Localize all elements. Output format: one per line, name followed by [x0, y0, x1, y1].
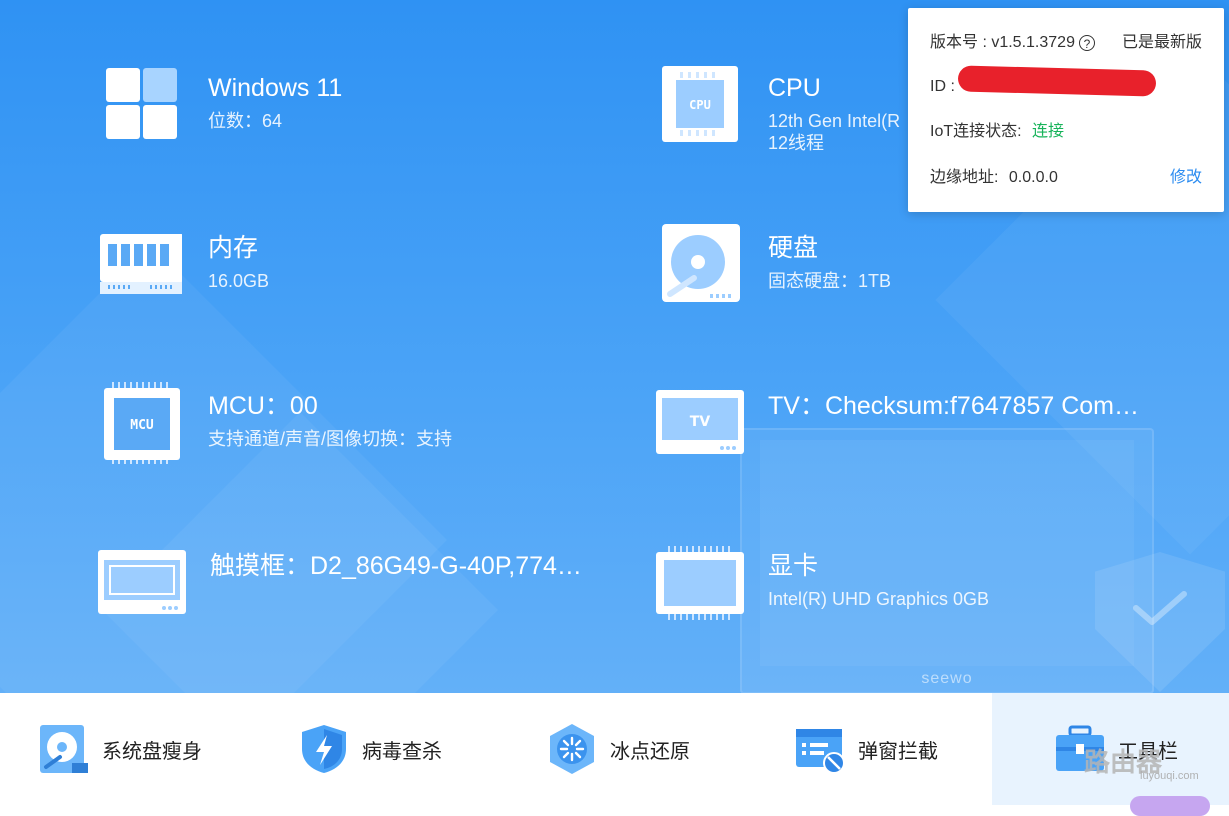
tool-system-disk-clean[interactable]: 系统盘瘦身 — [38, 693, 202, 805]
edge-address-value: 0.0.0.0 — [1008, 169, 1058, 186]
touch-frame-icon — [98, 550, 186, 614]
os-bits: 位数：64 — [208, 111, 283, 131]
windows-logo-icon — [106, 68, 177, 139]
background-brand-text: seewo — [921, 670, 973, 687]
memory-title: 内存 — [208, 234, 259, 262]
redaction-mark — [957, 65, 1157, 97]
edge-address-label: 边缘地址: — [930, 169, 999, 186]
touch-frame-title: 触摸框：D2_86G49-G-40P,774… — [210, 552, 582, 580]
cpu-threads: 12线程 — [768, 133, 825, 153]
os-title: Windows 11 — [208, 74, 343, 102]
tv-screen-label: TV — [690, 414, 711, 430]
iot-status-row: IoT连接状态: 连接 — [930, 120, 1202, 144]
popup-block-icon — [796, 729, 845, 774]
tool-label: 冰点还原 — [610, 740, 690, 763]
memory-stick-icon — [100, 234, 182, 294]
edit-edge-address-link[interactable]: 修改 — [1170, 166, 1202, 190]
snowflake-restore-icon — [550, 724, 594, 774]
latest-version-status: 已是最新版 — [1121, 34, 1202, 51]
cpu-model: 12th Gen Intel(R — [768, 111, 901, 131]
mcu-chip-label: MCU — [130, 418, 154, 433]
tool-freeze-restore[interactable]: 冰点还原 — [546, 693, 690, 805]
gpu-model: Intel(R) UHD Graphics 0GB — [768, 589, 990, 609]
bottom-toolbar: 系统盘瘦身 病毒查杀 冰点还原 弹窗拦截 工具栏 — [0, 693, 1229, 805]
watermark-logo: 路由器 — [1084, 747, 1163, 777]
cpu-chip-icon: CPU — [662, 66, 738, 142]
shield-lightning-icon — [302, 725, 346, 773]
id-label: ID : — [930, 78, 955, 95]
graphics-card-icon — [656, 546, 744, 620]
watermark-url: luyouqi.com — [1140, 770, 1199, 782]
version-popup: 版本号 : v1.5.1.3729? 已是最新版 ID : IoT连接状态: 连… — [908, 8, 1224, 212]
corner-decoration — [1130, 796, 1210, 816]
iot-status-label: IoT连接状态: — [930, 123, 1022, 140]
disk-clean-icon — [40, 725, 88, 773]
mcu-switch-support: 支持通道/声音/图像切换：支持 — [208, 429, 453, 449]
tool-label: 病毒查杀 — [362, 740, 442, 763]
cpu-chip-label: CPU — [689, 98, 711, 112]
tv-title: TV：Checksum:f7647857 Com… — [768, 392, 1139, 420]
tool-label: 弹窗拦截 — [858, 740, 938, 763]
tool-label: 系统盘瘦身 — [102, 740, 202, 763]
tool-popup-block[interactable]: 弹窗拦截 — [794, 693, 938, 805]
cpu-title: CPU — [768, 74, 821, 102]
mcu-title: MCU：00 — [208, 392, 318, 420]
version-label: 版本号 : v1.5.1.3729 — [930, 34, 1075, 51]
disk-title: 硬盘 — [768, 234, 819, 262]
help-icon[interactable]: ? — [1078, 34, 1095, 51]
gpu-title: 显卡 — [768, 552, 819, 580]
tool-virus-scan[interactable]: 病毒查杀 — [298, 693, 442, 805]
memory-size: 16.0GB — [208, 271, 270, 291]
disk-size: 固态硬盘：1TB — [768, 271, 892, 291]
iot-status-value: 连接 — [1032, 123, 1065, 140]
check-icon — [1133, 591, 1187, 625]
tv-screen-icon: TV — [656, 390, 744, 454]
hard-disk-icon — [662, 224, 740, 302]
edge-address-row: 边缘地址: 0.0.0.0 修改 — [930, 166, 1202, 190]
version-row: 版本号 : v1.5.1.3729? 已是最新版 — [930, 31, 1202, 55]
mcu-chip-icon: MCU — [104, 382, 180, 464]
